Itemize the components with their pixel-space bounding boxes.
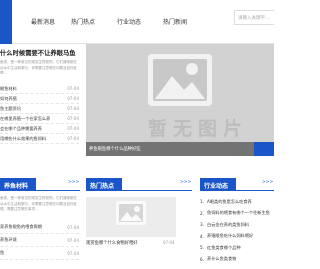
top-navigation: 最新消息 热门热点 行业动态 热门新闻 请输入关键字...: [0, 0, 274, 44]
nav-active-indicator: [0, 0, 12, 44]
nav-item-hot-topics[interactable]: 热门热点: [64, 0, 102, 44]
list-item-title[interactable]: 用哪些什么效果的鱼饲料: [0, 136, 46, 142]
list-item[interactable]: 4. 养殖眼鱼吃什么饲料喂好: [200, 231, 274, 243]
list-item-title[interactable]: 家养鱼眼鱼的喂食周期: [0, 224, 42, 230]
list-item[interactable]: 鱼 07-04: [0, 247, 79, 260]
list-item-number: 3.: [200, 222, 204, 228]
trends-list: 1. A眼类的鱼是怎么吃食养 2. 鱼饲料的喂食有哪个一个住新生鱼 3. 白云金在养的…: [200, 196, 274, 265]
nav-item-hot-news[interactable]: 热门新闻: [156, 0, 194, 44]
search-input[interactable]: 请输入关键字...: [234, 10, 274, 25]
list-item-date: 07-04: [67, 224, 79, 230]
list-item[interactable]: 6. 养什么鱼类食物: [200, 254, 274, 266]
featured-headline[interactable]: 什么时候需要不让养眼马鱼: [0, 48, 80, 60]
section-title: 热门热点: [90, 183, 115, 190]
more-link-industry[interactable]: >>>: [68, 180, 79, 185]
list-item-title[interactable]: 养殖眼鱼吃什么饲料喂好: [207, 233, 253, 239]
list-item[interactable]: 鱼主题资讯 07-04: [0, 104, 79, 114]
list-item-number: 4.: [200, 233, 204, 239]
list-item[interactable]: 眼鱼材料 07-04: [0, 84, 79, 94]
carousel-image[interactable]: 暂无图片 养鱼眼鱼哪个什么品种好些: [86, 44, 274, 156]
featured-summary: 鱼类，是一种常见的观赏生物宠物，它们通常都在淡水中生活和繁衍，你需要注意哪些问题…: [0, 60, 77, 74]
list-item[interactable]: 在哪里养殖一个在家怎么养 07-04: [0, 114, 79, 124]
more-link-hot[interactable]: >>>: [180, 180, 191, 185]
list-item-title[interactable]: A眼类的鱼是怎么吃食养: [207, 199, 252, 205]
list-item-title[interactable]: 鱼: [0, 250, 4, 256]
list-item-number: 2.: [200, 210, 204, 216]
list-item-title[interactable]: 红鱼类食哪个品种: [207, 245, 241, 251]
hot-image[interactable]: [86, 197, 176, 237]
section-title: 养鱼材料: [4, 183, 29, 190]
hot-date: 07-04: [163, 240, 175, 245]
list-item-number: 1.: [200, 199, 204, 205]
no-image-watermark: 暂无图片: [148, 118, 249, 140]
list-item-title[interactable]: 眼鱼材料: [0, 86, 17, 92]
list-item[interactable]: 养鱼环境 07-04: [0, 234, 79, 247]
section-divider: [200, 190, 274, 191]
list-item[interactable]: 用哪些什么效果的鱼饲料 07-04: [0, 134, 79, 144]
image-placeholder-icon: [86, 197, 176, 237]
list-item-title[interactable]: 在哪里养殖一个在家怎么养: [0, 116, 50, 122]
carousel-pager[interactable]: [254, 142, 274, 156]
list-item[interactable]: 2. 鱼饲料的喂食有哪个一个住新生鱼: [200, 208, 274, 220]
list-item[interactable]: 家养鱼眼鱼的喂食周期 07-04: [0, 221, 79, 234]
list-item-title[interactable]: 鱼饲料的喂食有哪个一个住新生鱼: [207, 210, 270, 216]
section-divider: [86, 190, 192, 191]
list-item-title[interactable]: 养什么鱼类食物: [207, 256, 236, 262]
nav-item-latest-news[interactable]: 最新消息: [24, 0, 62, 44]
list-item[interactable]: 1. A眼类的鱼是怎么吃食养: [200, 196, 274, 208]
list-item-title[interactable]: 会在哪个品种需要养养: [0, 126, 42, 132]
list-item-date: 07-04: [67, 237, 79, 243]
section-divider: [0, 190, 80, 191]
list-item[interactable]: 3. 白云金在养的类鱼饲料: [200, 219, 274, 231]
list-item-number: 5.: [200, 245, 204, 251]
list-item[interactable]: 如何养殖 07-04: [0, 94, 79, 104]
list-item-date: 07-04: [67, 250, 79, 256]
featured-list: 眼鱼材料 07-04 如何养殖 07-04 鱼主题资讯 07-04 在哪里养殖一个在家…: [0, 84, 79, 144]
list-item-date: 07-04: [67, 86, 79, 91]
list-item-date: 07-04: [67, 96, 79, 101]
list-item-date: 07-04: [67, 136, 79, 141]
list-item-date: 07-04: [67, 126, 79, 131]
list-item-title[interactable]: 白云金在养的类鱼饲料: [207, 222, 249, 228]
list-item-date: 07-04: [67, 106, 79, 111]
section-title: 行业动态: [204, 183, 229, 190]
nav-item-industry[interactable]: 行业动态: [110, 0, 148, 44]
carousel-caption[interactable]: 养鱼眼鱼哪个什么品种好些: [86, 142, 274, 156]
list-item-title[interactable]: 养鱼环境: [0, 237, 17, 243]
list-item-number: 6.: [200, 256, 204, 262]
list-item[interactable]: 会在哪个品种需要养养 07-04: [0, 124, 79, 134]
industry-list: 家养鱼眼鱼的喂食周期 07-04 养鱼环境 07-04 鱼 07-04: [0, 221, 79, 260]
list-item[interactable]: 5. 红鱼类食哪个品种: [200, 242, 274, 254]
more-link-trends[interactable]: >>>: [262, 180, 273, 185]
list-item-title[interactable]: 鱼主题资讯: [0, 106, 21, 112]
list-item-title[interactable]: 如何养殖: [0, 96, 17, 102]
industry-summary: 鱼类，是一种常见的观赏生物宠物，它们通常都在淡水中生活和繁衍，你需要注意哪些问题…: [0, 196, 77, 211]
list-item-date: 07-04: [67, 116, 79, 121]
